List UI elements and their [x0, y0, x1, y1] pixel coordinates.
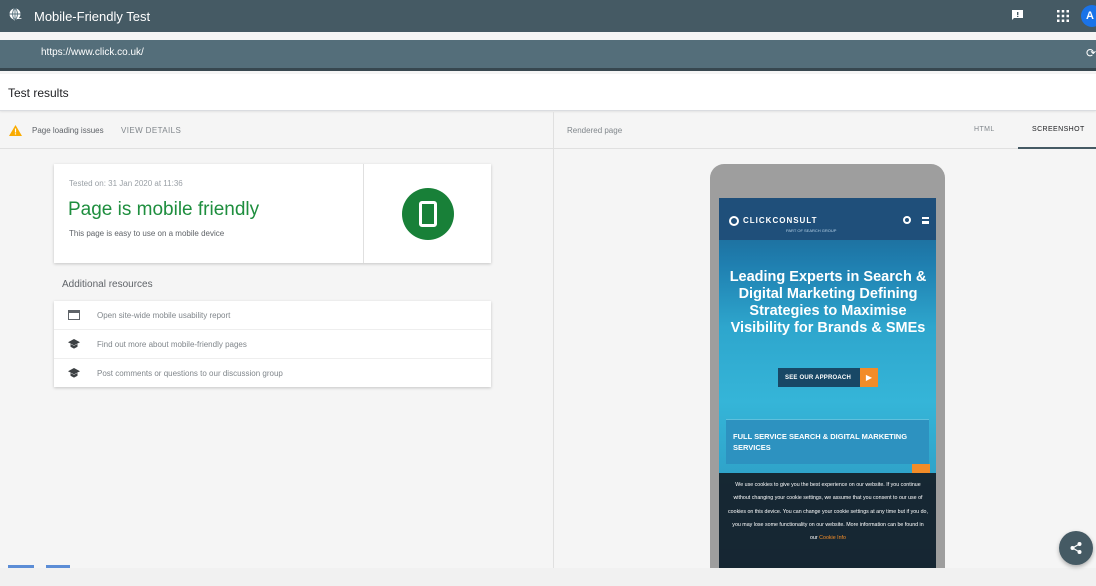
- view-details-button[interactable]: VIEW DETAILS: [121, 126, 181, 135]
- panel-divider: [553, 112, 554, 586]
- verdict-subtitle: This page is easy to use on a mobile dev…: [69, 229, 225, 238]
- site-logo: CLICKCONSULT: [743, 216, 818, 225]
- feedback-button[interactable]: [1010, 8, 1025, 22]
- app-title: Mobile-Friendly Test: [34, 8, 151, 24]
- bottom-strip: [0, 568, 1096, 586]
- see-approach-button: SEE OUR APPROACH ▶: [778, 368, 878, 387]
- rendered-page-label: Rendered page: [567, 126, 623, 135]
- resource-label: Post comments or questions to our discus…: [97, 369, 283, 378]
- account-avatar[interactable]: A: [1081, 5, 1096, 27]
- warning-icon: [9, 125, 22, 136]
- tab-screenshot[interactable]: SCREENSHOT: [1032, 126, 1085, 133]
- resource-label: Find out more about mobile-friendly page…: [97, 340, 247, 349]
- browser-icon: [68, 310, 80, 320]
- mobile-friendly-badge: [402, 188, 454, 240]
- refresh-icon[interactable]: ⟳: [1086, 46, 1096, 60]
- cookie-message: We use cookies to give you the best expe…: [728, 482, 928, 542]
- share-icon: [1070, 542, 1082, 554]
- share-button[interactable]: [1059, 531, 1093, 565]
- apps-grid-icon: [1057, 10, 1069, 22]
- tested-on-date: Tested on: 31 Jan 2020 at 11:36: [69, 179, 183, 188]
- tab-html[interactable]: HTML: [974, 126, 995, 133]
- cookie-text: We use cookies to give you the best expe…: [728, 479, 928, 545]
- menu-icon: [922, 217, 929, 224]
- services-title: FULL SERVICE SEARCH & DIGITAL MARKETING …: [733, 432, 908, 452]
- play-arrow-icon: ▶: [860, 368, 878, 387]
- additional-resources-heading: Additional resources: [62, 279, 153, 290]
- resource-label: Open site-wide mobile usability report: [97, 311, 231, 320]
- logo-mark-icon: [729, 216, 739, 226]
- site-logo-tagline: PART OF SEARCH GROUP: [786, 228, 837, 233]
- url-bar-shadow: [0, 68, 1096, 71]
- resource-usability-report[interactable]: Open site-wide mobile usability report: [54, 301, 491, 330]
- active-tab-indicator: [1018, 147, 1096, 149]
- right-toolbar: [554, 112, 1096, 149]
- page-loading-issues[interactable]: Page loading issues: [32, 126, 104, 135]
- resource-mobile-friendly-info[interactable]: Find out more about mobile-friendly page…: [54, 330, 491, 359]
- results-title: Test results: [8, 86, 69, 100]
- avatar-initial: A: [1086, 10, 1094, 22]
- school-icon: [68, 368, 80, 378]
- services-arrow: [912, 464, 930, 473]
- cta-label: SEE OUR APPROACH: [785, 374, 851, 381]
- result-card-divider: [363, 164, 364, 263]
- results-header: [0, 74, 1096, 111]
- search-icon: [903, 216, 911, 224]
- globe-icon: [9, 8, 21, 20]
- school-icon: [68, 339, 80, 349]
- resource-discussion-group[interactable]: Post comments or questions to our discus…: [54, 359, 491, 388]
- hero-heading: Leading Experts in Search & Digital Mark…: [729, 269, 927, 336]
- tested-url[interactable]: https://www.click.co.uk/: [41, 47, 144, 58]
- apps-button[interactable]: [1056, 9, 1070, 23]
- feedback-icon: [1012, 10, 1023, 20]
- verdict-heading: Page is mobile friendly: [68, 199, 260, 220]
- cookie-info-link: Cookie Info: [819, 535, 846, 542]
- smartphone-icon: [419, 201, 437, 227]
- app-bar: ← Mobile-Friendly Test: [0, 0, 1096, 32]
- url-bar: [0, 40, 1096, 68]
